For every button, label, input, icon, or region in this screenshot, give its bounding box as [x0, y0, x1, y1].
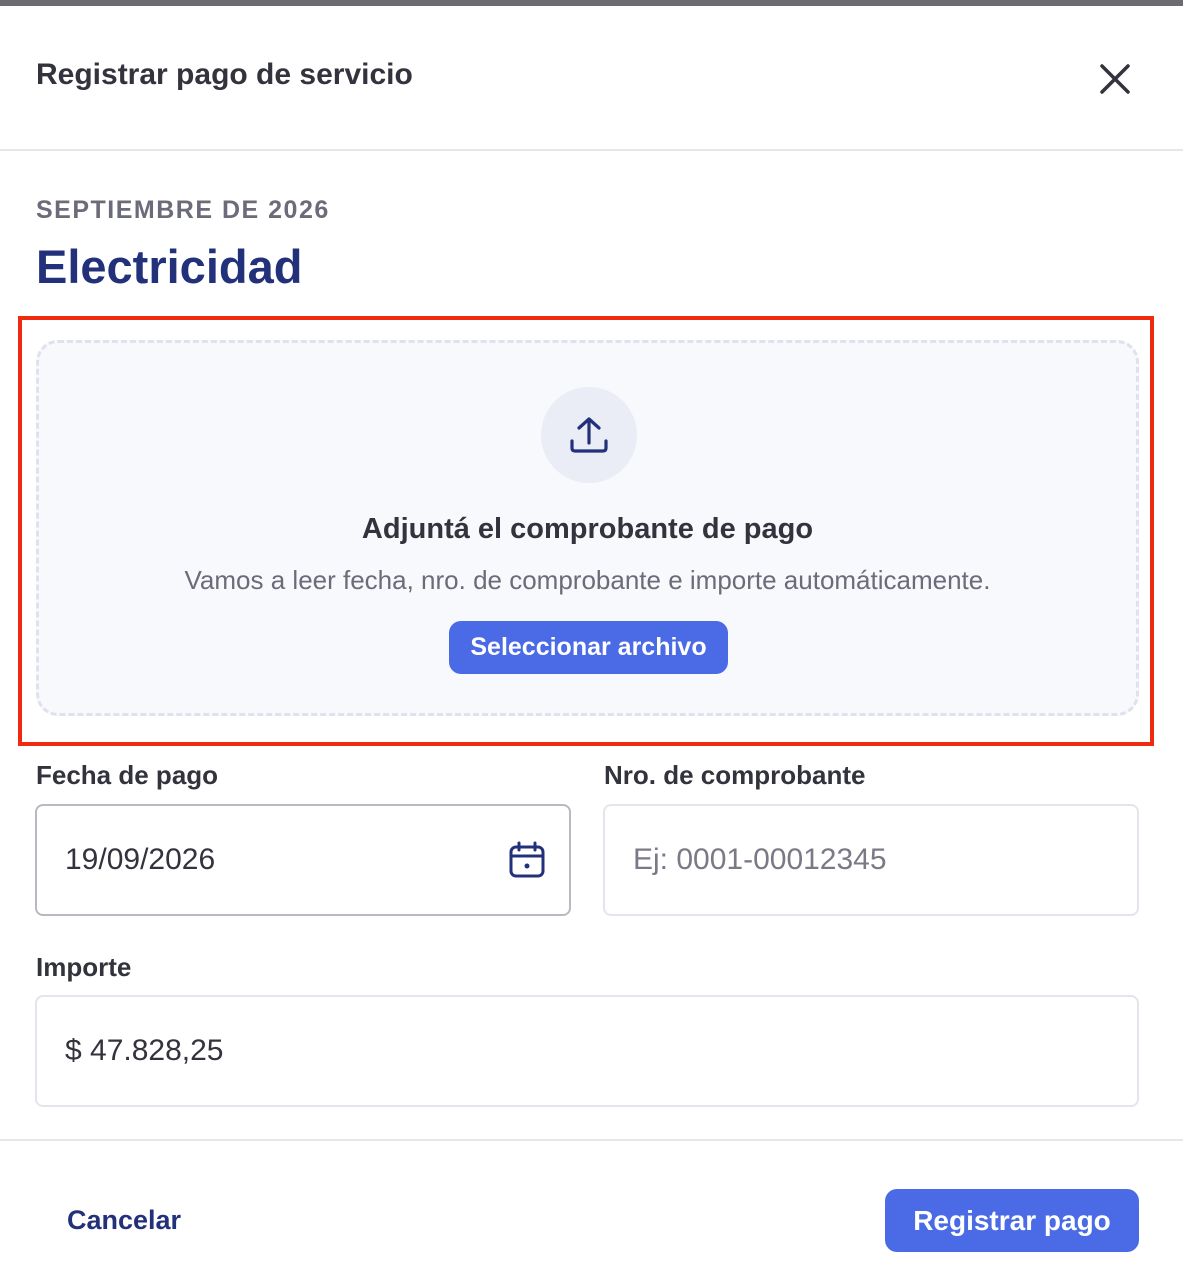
calendar-icon[interactable] — [507, 840, 547, 880]
amount-field[interactable]: $ 47.828,25 — [35, 995, 1139, 1107]
service-name: Electricidad — [36, 240, 303, 293]
receipt-number-label: Nro. de comprobante — [604, 760, 866, 790]
upload-icon-badge — [541, 387, 637, 483]
payment-date-label: Fecha de pago — [36, 760, 219, 790]
file-dropzone[interactable]: Adjuntá el comprobante de pago Vamos a l… — [36, 340, 1139, 716]
amount-label: Importe — [36, 952, 132, 982]
receipt-number-placeholder: Ej: 0001-00012345 — [633, 843, 887, 876]
service-period: SEPTIEMBRE DE 2026 — [36, 196, 330, 224]
register-payment-modal: Registrar pago de servicio SEPTIEMBRE DE… — [0, 6, 1183, 1280]
payment-date-value: 19/09/2026 — [65, 843, 216, 876]
register-payment-button[interactable]: Registrar pago — [885, 1189, 1139, 1252]
dropzone-title: Adjuntá el comprobante de pago — [361, 513, 814, 545]
receipt-number-field[interactable]: Ej: 0001-00012345 — [603, 804, 1139, 916]
upload-icon — [570, 417, 608, 453]
amount-value: $ 47.828,25 — [65, 1034, 224, 1067]
footer-divider — [0, 1139, 1183, 1141]
cancel-button[interactable]: Cancelar — [67, 1205, 181, 1236]
dropzone-subtitle: Vamos a leer fecha, nro. de comprobante … — [184, 565, 991, 595]
payment-date-field[interactable]: 19/09/2026 — [35, 804, 571, 916]
close-button[interactable] — [1092, 56, 1138, 102]
modal-header: Registrar pago de servicio — [0, 6, 1183, 151]
modal-title: Registrar pago de servicio — [36, 58, 413, 91]
close-icon — [1100, 64, 1130, 94]
select-file-button[interactable]: Seleccionar archivo — [449, 621, 728, 674]
